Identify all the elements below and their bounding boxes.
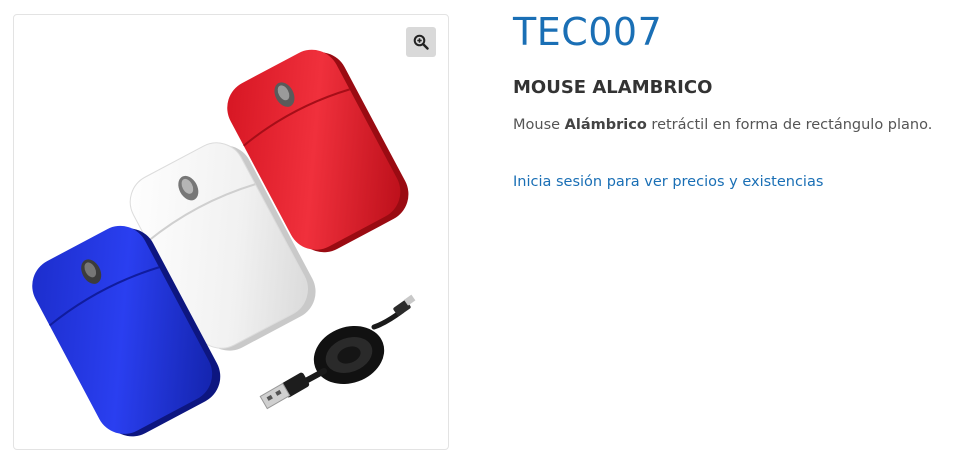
product-page: TEC007 MOUSE ALAMBRICO Mouse Alámbrico r… <box>0 0 960 459</box>
description-suffix: retráctil en forma de rectángulo plano. <box>646 117 933 133</box>
product-image[interactable] <box>14 15 449 450</box>
product-name: MOUSE ALAMBRICO <box>513 77 713 98</box>
zoom-in-icon <box>413 34 429 50</box>
product-description: Mouse Alámbrico retráctil en forma de re… <box>513 115 932 135</box>
zoom-button[interactable] <box>406 27 436 57</box>
login-to-view-prices-link[interactable]: Inicia sesión para ver precios y existen… <box>513 172 823 192</box>
product-image-panel[interactable] <box>13 14 449 450</box>
product-sku: TEC007 <box>513 10 663 54</box>
description-prefix: Mouse <box>513 117 565 133</box>
description-bold: Alámbrico <box>564 117 647 133</box>
